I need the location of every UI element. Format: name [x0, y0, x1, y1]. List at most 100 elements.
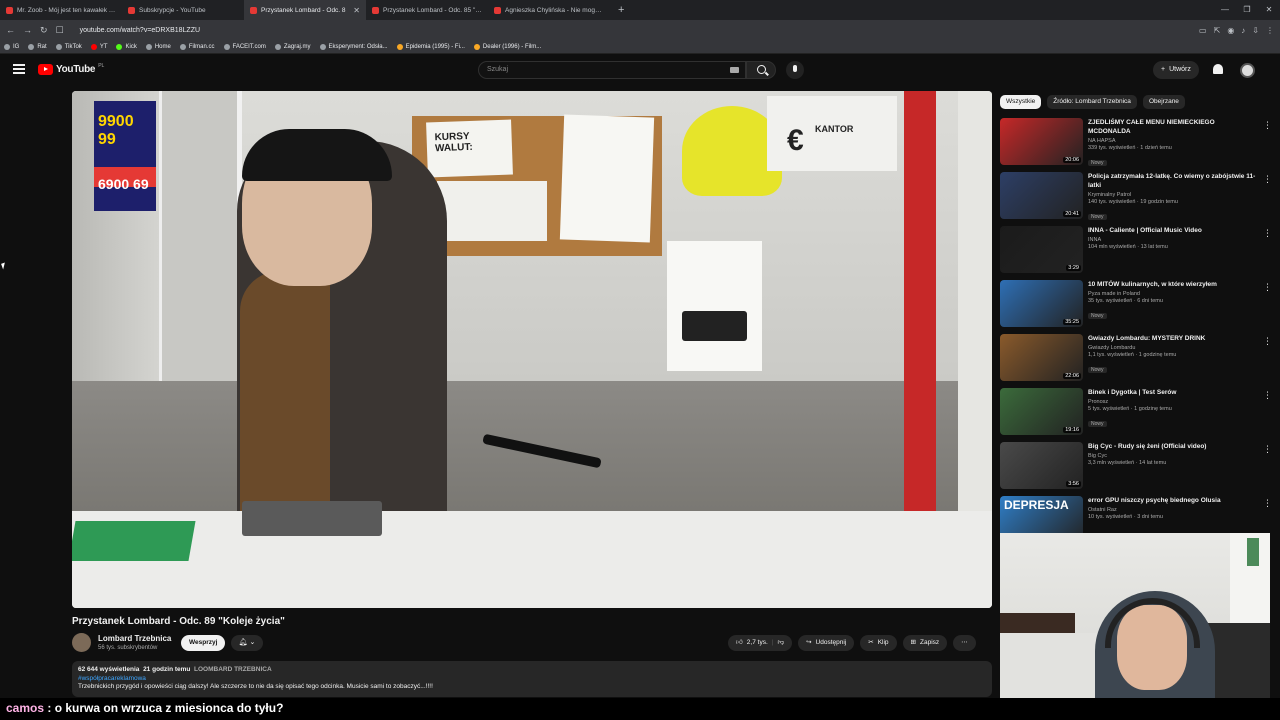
subscription-bell-button[interactable]: 🔔︎ ⌄: [231, 635, 263, 651]
browser-tab[interactable]: Przystanek Lombard - Odc. 85 "Vla W: [366, 0, 488, 20]
bookmark-item[interactable]: IG: [4, 43, 19, 50]
channel-name[interactable]: Lombard Trzebnica: [98, 634, 171, 643]
clip-button[interactable]: ✂ Klip: [860, 635, 897, 651]
video-thumbnail[interactable]: 20:06: [1000, 118, 1083, 165]
more-options-icon[interactable]: ⋮: [1263, 120, 1272, 131]
more-options-icon[interactable]: ⋮: [1263, 336, 1272, 347]
recommended-title[interactable]: Binek i Dygotka | Test Serów: [1088, 388, 1258, 397]
recommended-channel[interactable]: Big Cyc: [1088, 453, 1258, 459]
keyboard-icon[interactable]: [730, 67, 739, 73]
bookmark-item[interactable]: Dealer (1996) - Film...: [473, 43, 541, 50]
recommended-video[interactable]: 19:16 Binek i Dygotka | Test Serów Pronosz…: [1000, 388, 1272, 442]
more-actions-button[interactable]: ⋯: [953, 635, 976, 651]
recommended-channel[interactable]: Ostatni Raz: [1088, 507, 1258, 513]
minimize-icon[interactable]: —: [1214, 0, 1236, 20]
recommended-video[interactable]: 20:06 ZJEDLIŚMY CAŁE MENU NIEMIECKIEGO MC…: [1000, 118, 1272, 172]
more-options-icon[interactable]: ⋮: [1263, 174, 1272, 185]
forward-icon[interactable]: →: [23, 25, 32, 35]
recommended-channel[interactable]: Kryminalny Patrol: [1088, 192, 1258, 198]
recommended-title[interactable]: INNA - Caliente | Official Music Video: [1088, 226, 1258, 235]
account-avatar[interactable]: [1240, 63, 1255, 78]
recommended-channel[interactable]: INNA: [1088, 237, 1258, 243]
microphone-icon[interactable]: [786, 61, 804, 79]
bookmark-item[interactable]: YT: [90, 43, 107, 50]
recommended-title[interactable]: error GPU niszczy psychę biednego Olusia: [1088, 496, 1258, 505]
chip-all[interactable]: Wszystkie: [1000, 95, 1042, 109]
recommended-video[interactable]: 20:41 Policja zatrzymała 12-latkę. Co wie…: [1000, 172, 1272, 226]
create-button[interactable]: + Utwórz: [1153, 61, 1199, 79]
recommended-video[interactable]: 22:06 Gwiazdy Lombardu: MYSTERY DRINK Gwia…: [1000, 334, 1272, 388]
like-button[interactable]: 👍︎ 2,7 tys. | 👎︎: [728, 635, 793, 651]
extension-icon[interactable]: ◉: [1227, 26, 1234, 35]
hashtag-link[interactable]: #współpracareklamowa: [78, 675, 986, 682]
search-button[interactable]: [746, 61, 776, 79]
url-field[interactable]: youtube.com/watch?v=eDRXB18LZZU: [80, 27, 1191, 34]
video-thumbnail[interactable]: 35:25: [1000, 280, 1083, 327]
close-window-icon[interactable]: ✕: [1258, 0, 1280, 20]
video-player[interactable]: 9900 99 6900 69 KURSY WALUT: € KANTOR: [72, 91, 992, 608]
youtube-logo[interactable]: YouTube PL: [38, 63, 104, 75]
extension-icon[interactable]: ♪: [1241, 26, 1245, 35]
man-jacket: [240, 271, 330, 511]
search-input[interactable]: Szukaj: [478, 61, 746, 79]
save-button[interactable]: ⊞ Zapisz: [902, 635, 948, 651]
recommended-video[interactable]: 3:29 INNA - Caliente | Official Music Vid…: [1000, 226, 1272, 280]
bookmark-item[interactable]: TikTok: [55, 43, 82, 50]
browser-tab-active[interactable]: Przystanek Lombard - Odc. 8 ✕: [244, 0, 366, 20]
bookmark-item[interactable]: Rat: [28, 43, 47, 50]
share-icon[interactable]: ⇱: [1214, 26, 1221, 35]
bookmark-item[interactable]: Eksperyment: Odsła...: [319, 43, 388, 50]
subscriber-count: 56 tys. subskrybentów: [98, 645, 158, 651]
bookmark-item[interactable]: Epidemia (1995) - Fi...: [396, 43, 465, 50]
support-button[interactable]: Wesprzyj: [181, 635, 226, 651]
recommended-channel[interactable]: Pyza made in Poland: [1088, 291, 1258, 297]
recommended-video[interactable]: 3:56 Big Cyc - Rudy się żeni (Official vi…: [1000, 442, 1272, 496]
recommended-title[interactable]: Big Cyc - Rudy się żeni (Official video): [1088, 442, 1258, 451]
hamburger-menu-icon[interactable]: [13, 64, 25, 74]
video-thumbnail[interactable]: 19:16: [1000, 388, 1083, 435]
notifications-bell-icon[interactable]: [1213, 64, 1223, 74]
chip-watched[interactable]: Obejrzane: [1142, 95, 1185, 109]
recommended-title[interactable]: Gwiazdy Lombardu: MYSTERY DRINK: [1088, 334, 1258, 343]
bookmark-icon[interactable]: ☐: [56, 25, 64, 36]
bookmark-item[interactable]: Home: [145, 43, 171, 50]
video-thumbnail[interactable]: 22:06: [1000, 334, 1083, 381]
browser-tab[interactable]: Subskrypcje - YouTube: [122, 0, 244, 20]
bookmark-icon: [90, 43, 97, 50]
recommended-channel[interactable]: Gwiazdy Lombardu: [1088, 345, 1258, 351]
recommended-channel[interactable]: Pronosz: [1088, 399, 1258, 405]
thumbs-down-icon[interactable]: 👎︎: [777, 635, 784, 651]
video-thumbnail[interactable]: 3:29: [1000, 226, 1083, 273]
reload-icon[interactable]: ↻: [40, 25, 48, 36]
share-button[interactable]: ↪ Udostępnij: [798, 635, 855, 651]
bookmark-item[interactable]: Filman.cc: [179, 43, 215, 50]
maximize-icon[interactable]: ❐: [1236, 0, 1258, 20]
bookmark-item[interactable]: FACEIT.com: [223, 43, 266, 50]
more-options-icon[interactable]: ⋮: [1263, 498, 1272, 509]
download-icon[interactable]: ⇩: [1252, 26, 1259, 35]
bookmark-item[interactable]: Zagraj.my: [274, 43, 311, 50]
chip-source[interactable]: Źródło: Lombard Trzebnica: [1047, 95, 1137, 109]
back-icon[interactable]: ←: [6, 25, 15, 35]
recommended-channel[interactable]: NA HAPSA: [1088, 138, 1258, 144]
recommended-title[interactable]: 10 MITÓW kulinarnych, w które wierzyłem: [1088, 280, 1258, 289]
video-thumbnail[interactable]: 20:41: [1000, 172, 1083, 219]
description-box[interactable]: 62 644 wyświetlenia 21 godzin temu LOOMB…: [72, 661, 992, 697]
menu-dots-icon[interactable]: ⋮: [1266, 26, 1274, 35]
more-options-icon[interactable]: ⋮: [1263, 282, 1272, 293]
close-tab-icon[interactable]: ✕: [353, 6, 360, 15]
video-thumbnail[interactable]: 3:56: [1000, 442, 1083, 489]
channel-avatar[interactable]: [72, 633, 91, 652]
browser-tab[interactable]: Agnieszka Chylińska - Nie mogę Cię: [488, 0, 610, 20]
new-tab-icon[interactable]: +: [610, 4, 632, 16]
recommended-video[interactable]: 35:25 10 MITÓW kulinarnych, w które wierz…: [1000, 280, 1272, 334]
description-text: Trzebnickich przygód i opowieści ciąg da…: [78, 683, 433, 690]
recommended-title[interactable]: Policja zatrzymała 12-latkę. Co wiemy o …: [1088, 172, 1258, 190]
more-options-icon[interactable]: ⋮: [1263, 228, 1272, 239]
more-options-icon[interactable]: ⋮: [1263, 390, 1272, 401]
more-options-icon[interactable]: ⋮: [1263, 444, 1272, 455]
recommended-title[interactable]: ZJEDLIŚMY CAŁE MENU NIEMIECKIEGO MCDONAL…: [1088, 118, 1258, 136]
screen-icon[interactable]: ▭: [1199, 26, 1207, 35]
browser-tab[interactable]: Mr. Zoob - Mój jest ten kawałek pod: [0, 0, 122, 20]
bookmark-item[interactable]: Kick: [116, 43, 137, 50]
